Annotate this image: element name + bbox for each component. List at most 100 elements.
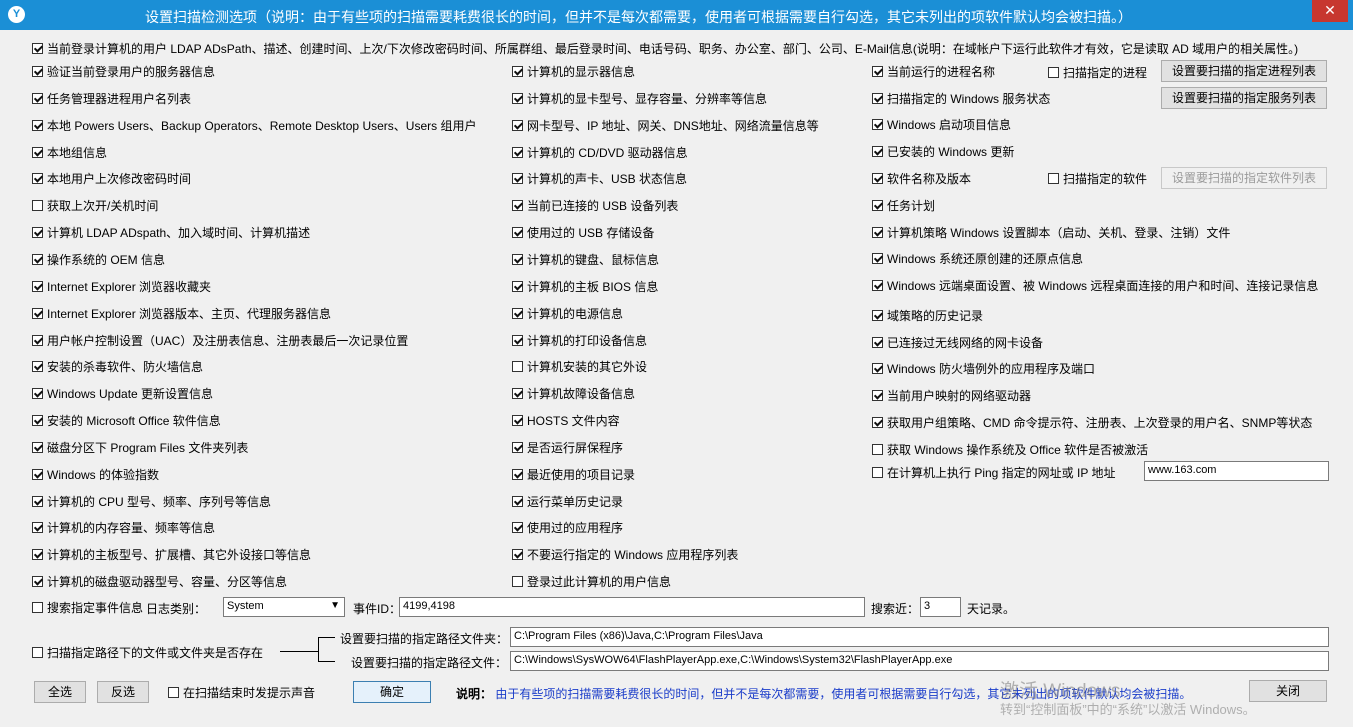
option-ldap-user[interactable]: 当前登录计算机的用户 LDAP ADsPath、描述、创建时间、上次/下次修改密… — [32, 40, 1298, 56]
checkbox[interactable] — [32, 253, 43, 265]
option-item[interactable]: 安装的 Microsoft Office 软件信息 — [32, 412, 221, 428]
option-item[interactable]: HOSTS 文件内容 — [512, 412, 620, 428]
option-item[interactable]: 计算机的 CPU 型号、频率、序列号等信息 — [32, 493, 271, 509]
checkbox[interactable] — [512, 575, 523, 587]
checkbox[interactable] — [512, 521, 523, 533]
checkbox[interactable] — [32, 441, 43, 453]
checkbox[interactable] — [32, 92, 43, 104]
scan-process-checkbox[interactable]: 扫描指定的进程 — [1048, 64, 1147, 80]
option-item[interactable]: 计算机 LDAP ADspath、加入域时间、计算机描述 — [32, 224, 310, 240]
checkbox[interactable] — [872, 466, 883, 478]
checkbox[interactable] — [1048, 172, 1059, 184]
option-item[interactable]: 计算机的打印设备信息 — [512, 332, 647, 348]
checkbox[interactable] — [32, 387, 43, 399]
option-item[interactable]: 任务计划 — [872, 197, 935, 213]
checkbox[interactable] — [32, 119, 43, 131]
software-list-button[interactable]: 设置要扫描的指定软件列表 — [1161, 167, 1327, 189]
checkbox[interactable] — [32, 495, 43, 507]
option-item[interactable]: 计算机的内存容量、频率等信息 — [32, 519, 215, 535]
option-item[interactable]: 当前用户映射的网络驱动器 — [872, 387, 1031, 403]
checkbox[interactable] — [872, 118, 883, 130]
option-item[interactable]: 扫描指定的 Windows 服务状态 — [872, 90, 1050, 106]
checkbox[interactable] — [872, 172, 883, 184]
checkbox[interactable] — [872, 252, 883, 264]
option-item[interactable]: Windows Update 更新设置信息 — [32, 385, 213, 401]
checkbox[interactable] — [872, 443, 883, 455]
checkbox[interactable] — [872, 65, 883, 77]
option-item[interactable]: Windows 系统还原创建的还原点信息 — [872, 250, 1083, 266]
checkbox[interactable] — [512, 548, 523, 560]
checkbox[interactable] — [32, 334, 43, 346]
option-item[interactable]: 验证当前登录用户的服务器信息 — [32, 63, 215, 79]
option-item[interactable]: 在计算机上执行 Ping 指定的网址或 IP 地址 — [872, 464, 1115, 480]
option-item[interactable]: 计算机的主板型号、扩展槽、其它外设接口等信息 — [32, 546, 311, 562]
scan-software-checkbox[interactable]: 扫描指定的软件 — [1048, 170, 1147, 186]
option-item[interactable]: 操作系统的 OEM 信息 — [32, 251, 165, 267]
option-item[interactable]: 计算机的键盘、鼠标信息 — [512, 251, 659, 267]
sound-checkbox[interactable]: 在扫描结束时发提示声音 — [168, 684, 315, 700]
checkbox[interactable] — [512, 172, 523, 184]
checkbox[interactable] — [512, 146, 523, 158]
option-item[interactable]: 本地用户上次修改密码时间 — [32, 170, 191, 186]
checkbox[interactable] — [512, 226, 523, 238]
option-item[interactable]: 运行菜单历史记录 — [512, 493, 623, 509]
checkbox[interactable] — [872, 199, 883, 211]
path-scan-checkbox[interactable]: 扫描指定路径下的文件或文件夹是否存在 — [32, 644, 263, 660]
checkbox[interactable] — [32, 226, 43, 238]
file-path-input[interactable]: C:\Windows\SysWOW64\FlashPlayerApp.exe,C… — [510, 651, 1329, 671]
option-item[interactable]: 已安装的 Windows 更新 — [872, 143, 1014, 159]
ok-button[interactable]: 确定 — [353, 681, 431, 703]
option-item[interactable]: 计算机故障设备信息 — [512, 385, 635, 401]
checkbox[interactable] — [32, 307, 43, 319]
option-item[interactable]: 用户帐户控制设置（UAC）及注册表信息、注册表最后一次记录位置 — [32, 332, 408, 348]
invert-selection-button[interactable]: 反选 — [97, 681, 149, 703]
checkbox[interactable] — [32, 575, 43, 587]
checkbox[interactable] — [512, 199, 523, 211]
checkbox[interactable] — [872, 336, 883, 348]
option-item[interactable]: 域策略的历史记录 — [872, 307, 983, 323]
checkbox[interactable] — [32, 414, 43, 426]
checkbox[interactable] — [512, 387, 523, 399]
option-item[interactable]: 计算机的 CD/DVD 驱动器信息 — [512, 144, 688, 160]
checkbox[interactable] — [32, 199, 43, 211]
checkbox[interactable] — [872, 309, 883, 321]
select-all-button[interactable]: 全选 — [34, 681, 86, 703]
checkbox[interactable] — [512, 65, 523, 77]
option-item[interactable]: 获取上次开/关机时间 — [32, 197, 158, 213]
option-item[interactable]: Internet Explorer 浏览器收藏夹 — [32, 278, 211, 294]
checkbox[interactable] — [512, 441, 523, 453]
option-item[interactable]: Internet Explorer 浏览器版本、主页、代理服务器信息 — [32, 305, 331, 321]
checkbox[interactable] — [32, 42, 43, 54]
close-button[interactable]: 关闭 — [1249, 680, 1327, 702]
recent-days-input[interactable]: 3 — [920, 597, 961, 617]
process-list-button[interactable]: 设置要扫描的指定进程列表 — [1161, 60, 1327, 82]
option-item[interactable]: 登录过此计算机的用户信息 — [512, 573, 671, 589]
checkbox[interactable] — [872, 389, 883, 401]
option-item[interactable]: 不要运行指定的 Windows 应用程序列表 — [512, 546, 738, 562]
checkbox[interactable] — [872, 226, 883, 238]
checkbox[interactable] — [512, 119, 523, 131]
option-item[interactable]: 任务管理器进程用户名列表 — [32, 90, 191, 106]
checkbox[interactable] — [32, 521, 43, 533]
option-item[interactable]: Windows 防火墙例外的应用程序及端口 — [872, 360, 1095, 376]
checkbox[interactable] — [32, 468, 43, 480]
checkbox[interactable] — [32, 360, 43, 372]
checkbox[interactable] — [32, 172, 43, 184]
ping-address-input[interactable]: www.163.com — [1144, 461, 1329, 481]
option-item[interactable]: 使用过的应用程序 — [512, 519, 623, 535]
option-item[interactable]: 本地组信息 — [32, 144, 107, 160]
checkbox[interactable] — [32, 548, 43, 560]
checkbox[interactable] — [512, 468, 523, 480]
checkbox[interactable] — [32, 146, 43, 158]
option-item[interactable]: 网卡型号、IP 地址、网关、DNS地址、网络流量信息等 — [512, 117, 819, 133]
option-item[interactable]: 本地 Powers Users、Backup Operators、Remote … — [32, 117, 476, 133]
option-item[interactable]: Windows 的体验指数 — [32, 466, 159, 482]
checkbox[interactable] — [32, 65, 43, 77]
checkbox[interactable] — [872, 279, 883, 291]
option-item[interactable]: Windows 启动项目信息 — [872, 116, 1011, 132]
option-item[interactable]: 计算机策略 Windows 设置脚本（启动、关机、登录、注销）文件 — [872, 224, 1230, 240]
checkbox[interactable] — [512, 307, 523, 319]
checkbox[interactable] — [512, 495, 523, 507]
option-item[interactable]: 计算机安装的其它外设 — [512, 358, 647, 374]
option-item[interactable]: Windows 远端桌面设置、被 Windows 远程桌面连接的用户和时间、连接… — [872, 277, 1318, 293]
